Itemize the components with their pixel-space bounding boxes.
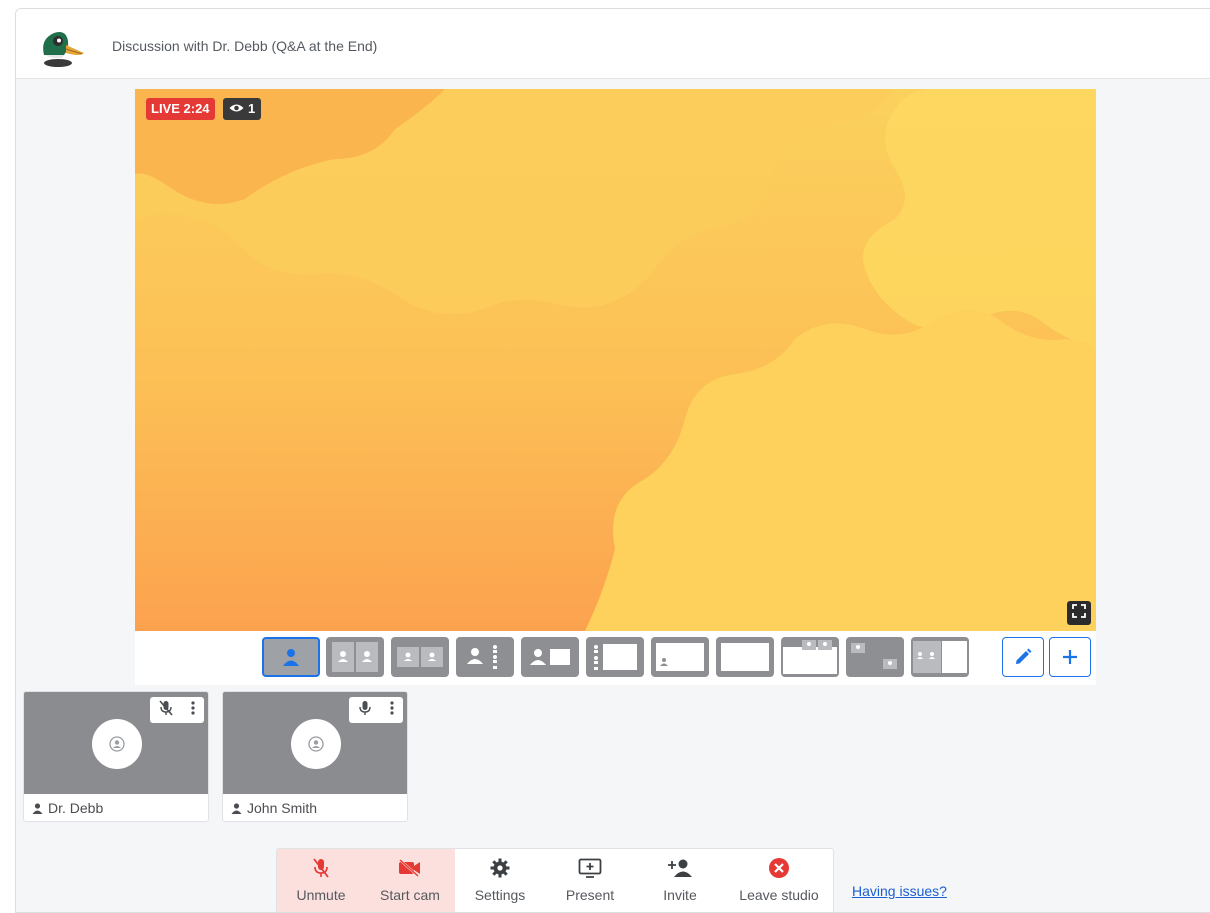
add-layout-button[interactable]: [1049, 637, 1091, 677]
background-waves: [135, 89, 1096, 631]
viewer-count: 1: [248, 101, 256, 116]
screen-with-person-layout-icon: [656, 643, 704, 671]
layout-screen-persons-corners-button[interactable]: [846, 637, 904, 677]
participant-tile[interactable]: Dr. Debb: [23, 691, 209, 822]
leave-studio-label: Leave studio: [739, 887, 819, 903]
layout-selector: [135, 631, 1096, 685]
mic-muted-icon[interactable]: [159, 699, 173, 721]
present-button[interactable]: Present: [545, 849, 635, 912]
mic-icon[interactable]: [358, 700, 372, 721]
unmute-button[interactable]: Unmute: [277, 849, 365, 912]
unmute-label: Unmute: [296, 887, 346, 903]
participant-video: [223, 692, 407, 794]
camera-off-icon: [398, 857, 422, 879]
layout-list-screen-button[interactable]: [586, 637, 644, 677]
person-icon: [231, 802, 242, 814]
invite-button[interactable]: Invite: [635, 849, 725, 912]
list-with-screen-layout-icon: [594, 644, 637, 670]
layout-person-list-button[interactable]: [456, 637, 514, 677]
header: Discussion with Dr. Debb (Q&A at the End…: [16, 9, 1210, 79]
person-with-list-layout-icon: [467, 645, 497, 669]
pencil-icon: [1016, 648, 1032, 664]
start-cam-label: Start cam: [380, 887, 440, 903]
eye-icon: [229, 98, 244, 120]
avatar: [92, 719, 142, 769]
live-status-badge: LIVE 2:24: [146, 98, 215, 120]
participant-video: [24, 692, 208, 794]
two-person-layout-icon: [332, 642, 378, 672]
more-options-icon[interactable]: [191, 700, 195, 721]
mic-off-icon: [313, 857, 329, 879]
screen-with-persons-top-layout-icon: [783, 640, 837, 674]
persons-with-screen-side-layout-icon: [913, 641, 967, 673]
more-options-icon[interactable]: [390, 700, 394, 721]
participant-name-label: John Smith: [231, 800, 317, 816]
add-person-icon: [667, 857, 693, 879]
present-label: Present: [565, 887, 615, 903]
having-issues-link[interactable]: Having issues?: [852, 883, 947, 899]
start-cam-button[interactable]: Start cam: [365, 849, 455, 912]
screen-with-persons-corners-layout-icon: [851, 643, 897, 669]
present-screen-icon: [578, 857, 602, 879]
leave-studio-button[interactable]: Leave studio: [725, 849, 833, 912]
layout-persons-screen-side-button[interactable]: [911, 637, 969, 677]
layout-two-up-button[interactable]: [326, 637, 384, 677]
avatar-icon: [109, 736, 125, 752]
plus-icon: [1063, 650, 1077, 664]
layout-screen-only-button[interactable]: [716, 637, 774, 677]
avatar-icon: [308, 736, 324, 752]
participant-tile[interactable]: John Smith: [222, 691, 408, 822]
studio-controls-bar: Unmute Start cam Settings Present Invite: [276, 848, 834, 912]
duck-logo-icon: [36, 25, 88, 69]
layout-screen-persons-top-button[interactable]: [781, 637, 839, 677]
fullscreen-icon: [1072, 603, 1086, 623]
settings-label: Settings: [474, 887, 526, 903]
two-person-small-layout-icon: [397, 647, 443, 667]
invite-label: Invite: [663, 887, 697, 903]
layout-two-up-small-button[interactable]: [391, 637, 449, 677]
gear-icon: [490, 857, 510, 879]
layout-solo-button[interactable]: [262, 637, 320, 677]
edit-brand-button[interactable]: [1002, 637, 1044, 677]
participant-name: John Smith: [247, 800, 318, 816]
broadcast-stage[interactable]: LIVE 2:24 1: [135, 89, 1096, 631]
person-icon: [32, 802, 43, 814]
avatar: [291, 719, 341, 769]
studio-window: Discussion with Dr. Debb (Q&A at the End…: [15, 8, 1210, 913]
screen-only-layout-icon: [721, 643, 769, 671]
close-circle-icon: [768, 857, 790, 879]
person-with-screen-layout-icon: [530, 649, 570, 665]
fullscreen-button[interactable]: [1067, 601, 1091, 625]
layout-person-screen-button[interactable]: [521, 637, 579, 677]
participant-name: Dr. Debb: [48, 800, 104, 816]
page-title: Discussion with Dr. Debb (Q&A at the End…: [112, 38, 378, 54]
participant-controls: [150, 697, 204, 723]
participant-controls: [349, 697, 403, 723]
person-icon: [283, 649, 299, 666]
viewer-count-badge: 1: [223, 98, 262, 120]
settings-button[interactable]: Settings: [455, 849, 545, 912]
layout-screen-person-button[interactable]: [651, 637, 709, 677]
participant-name-label: Dr. Debb: [32, 800, 103, 816]
